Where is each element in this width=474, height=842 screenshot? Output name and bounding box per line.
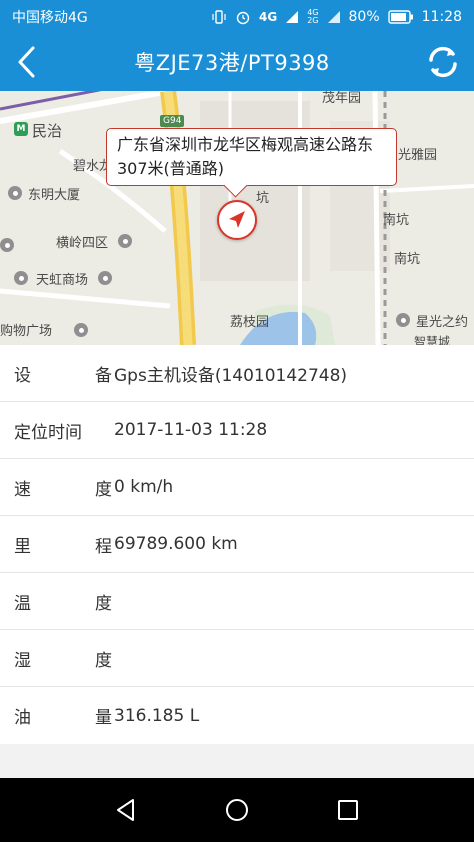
map-label-minzhi: 民治 xyxy=(32,122,63,140)
location-callout: 广东省深圳市龙华区梅观高速公路东307米(普通路) xyxy=(106,128,397,186)
system-nav-bar xyxy=(0,778,474,842)
signal-icon-2 xyxy=(327,10,341,24)
label-char: 度 xyxy=(95,593,112,614)
circle-home-icon xyxy=(225,799,248,821)
info-row-temperature: 温 度 xyxy=(0,573,474,630)
info-row-fuel: 油 量 316.185 L xyxy=(0,687,474,744)
triangle-back-icon xyxy=(116,799,134,821)
vehicle-marker[interactable] xyxy=(217,200,257,240)
info-value-speed: 0 km/h xyxy=(114,477,174,497)
map-label-nankeng-1: 南坑 xyxy=(383,213,410,228)
square-recents-icon xyxy=(338,800,359,820)
info-label: 湿 度 xyxy=(14,646,114,671)
signal-icon-1 xyxy=(285,10,299,24)
info-label: 设 备 xyxy=(14,361,114,386)
chevron-left-icon xyxy=(18,46,35,78)
alarm-icon xyxy=(235,9,251,25)
label-char: 速 xyxy=(14,479,31,500)
nav-recents-button[interactable] xyxy=(328,790,368,830)
map-label-zhihui: 智慧城 xyxy=(414,335,451,345)
road-shield-g94: G94 xyxy=(160,115,185,127)
map-label-nankeng-2: 南坑 xyxy=(394,252,421,267)
info-row-time: 定位时间 2017-11-03 11:28 xyxy=(0,402,474,459)
vehicle-info-list: 设 备 Gps主机设备(14010142748) 定位时间 2017-11-03… xyxy=(0,345,474,744)
map-label-lizhi: 荔枝园 xyxy=(230,315,270,330)
carrier-label: 中国移动4G xyxy=(12,9,88,26)
metro-icon: M xyxy=(14,122,28,136)
info-value-device: Gps主机设备(14010142748) xyxy=(114,365,348,386)
poi-icon xyxy=(396,313,410,327)
info-value-time: 2017-11-03 11:28 xyxy=(114,420,268,440)
label-char: 备 xyxy=(95,365,112,386)
info-label: 温 度 xyxy=(14,589,114,614)
poi-icon xyxy=(118,234,132,248)
label-char: 里 xyxy=(14,536,31,557)
network-type-2b: 2G xyxy=(307,15,319,25)
battery-icon xyxy=(387,9,414,24)
map-view[interactable]: G94 M 民治 碧水龙 东明大厦 横岭四区 天虹商场 购物广场 茂年园 光雅园… xyxy=(0,91,474,345)
info-row-speed: 速 度 0 km/h xyxy=(0,459,474,516)
info-value-fuel: 316.185 L xyxy=(114,705,200,726)
info-row-mileage: 里 程 69789.600 km xyxy=(0,516,474,573)
back-button[interactable] xyxy=(0,33,52,91)
map-label-guangya: 光雅园 xyxy=(398,148,438,163)
info-value-mileage: 69789.600 km xyxy=(114,534,238,554)
nav-home-button[interactable] xyxy=(217,790,257,830)
page-title: 粤ZJE73港/PT9398 xyxy=(134,51,330,75)
info-label: 油 量 xyxy=(14,703,114,728)
status-bar: 中国移动4G 4G 4G 2G 80% 11:28 xyxy=(0,0,474,33)
battery-percent: 80% xyxy=(348,8,380,25)
map-label-mid-keng: 坑 xyxy=(256,191,270,206)
label-char: 度 xyxy=(95,650,112,671)
label-char: 度 xyxy=(95,479,112,500)
info-row-humidity: 湿 度 xyxy=(0,630,474,687)
info-label: 定位时间 xyxy=(14,418,114,443)
map-label-tianhong: 天虹商场 xyxy=(36,273,89,288)
navigation-arrow-icon xyxy=(229,211,245,228)
poi-icon xyxy=(0,238,14,252)
label-char: 量 xyxy=(95,708,112,728)
app-header: 粤ZJE73港/PT9398 xyxy=(0,33,474,91)
network-type-1: 4G xyxy=(259,9,278,24)
label-char: 湿 xyxy=(14,650,31,671)
map-label-top-right: 茂年园 xyxy=(322,91,362,106)
info-row-device: 设 备 Gps主机设备(14010142748) xyxy=(0,345,474,402)
map-label-xingguang: 星光之约 xyxy=(416,315,469,330)
label-char: 程 xyxy=(95,536,112,557)
refresh-icon xyxy=(429,46,457,78)
map-label-dongming: 东明大厦 xyxy=(28,188,81,203)
label-char: 油 xyxy=(14,708,31,728)
poi-icon xyxy=(8,186,22,200)
status-left: 中国移动4G xyxy=(12,7,211,27)
poi-icon xyxy=(14,271,28,285)
label-char: 温 xyxy=(14,593,31,614)
map-label-gouwu: 购物广场 xyxy=(0,324,53,339)
label-text: 定位时间 xyxy=(14,422,82,443)
info-label: 里 程 xyxy=(14,532,114,557)
nav-back-button[interactable] xyxy=(106,790,146,830)
network-type-2: 4G 2G xyxy=(307,8,319,25)
refresh-button[interactable] xyxy=(412,33,474,91)
label-char: 设 xyxy=(14,365,31,386)
bottom-spacer xyxy=(0,744,474,778)
poi-icon xyxy=(98,271,112,285)
vibrate-icon xyxy=(211,9,227,25)
poi-icon xyxy=(74,323,88,337)
map-label-hengling: 横岭四区 xyxy=(56,236,109,251)
info-label: 速 度 xyxy=(14,475,114,500)
status-right: 4G 4G 2G 80% 11:28 xyxy=(211,8,462,25)
clock: 11:28 xyxy=(421,8,462,25)
